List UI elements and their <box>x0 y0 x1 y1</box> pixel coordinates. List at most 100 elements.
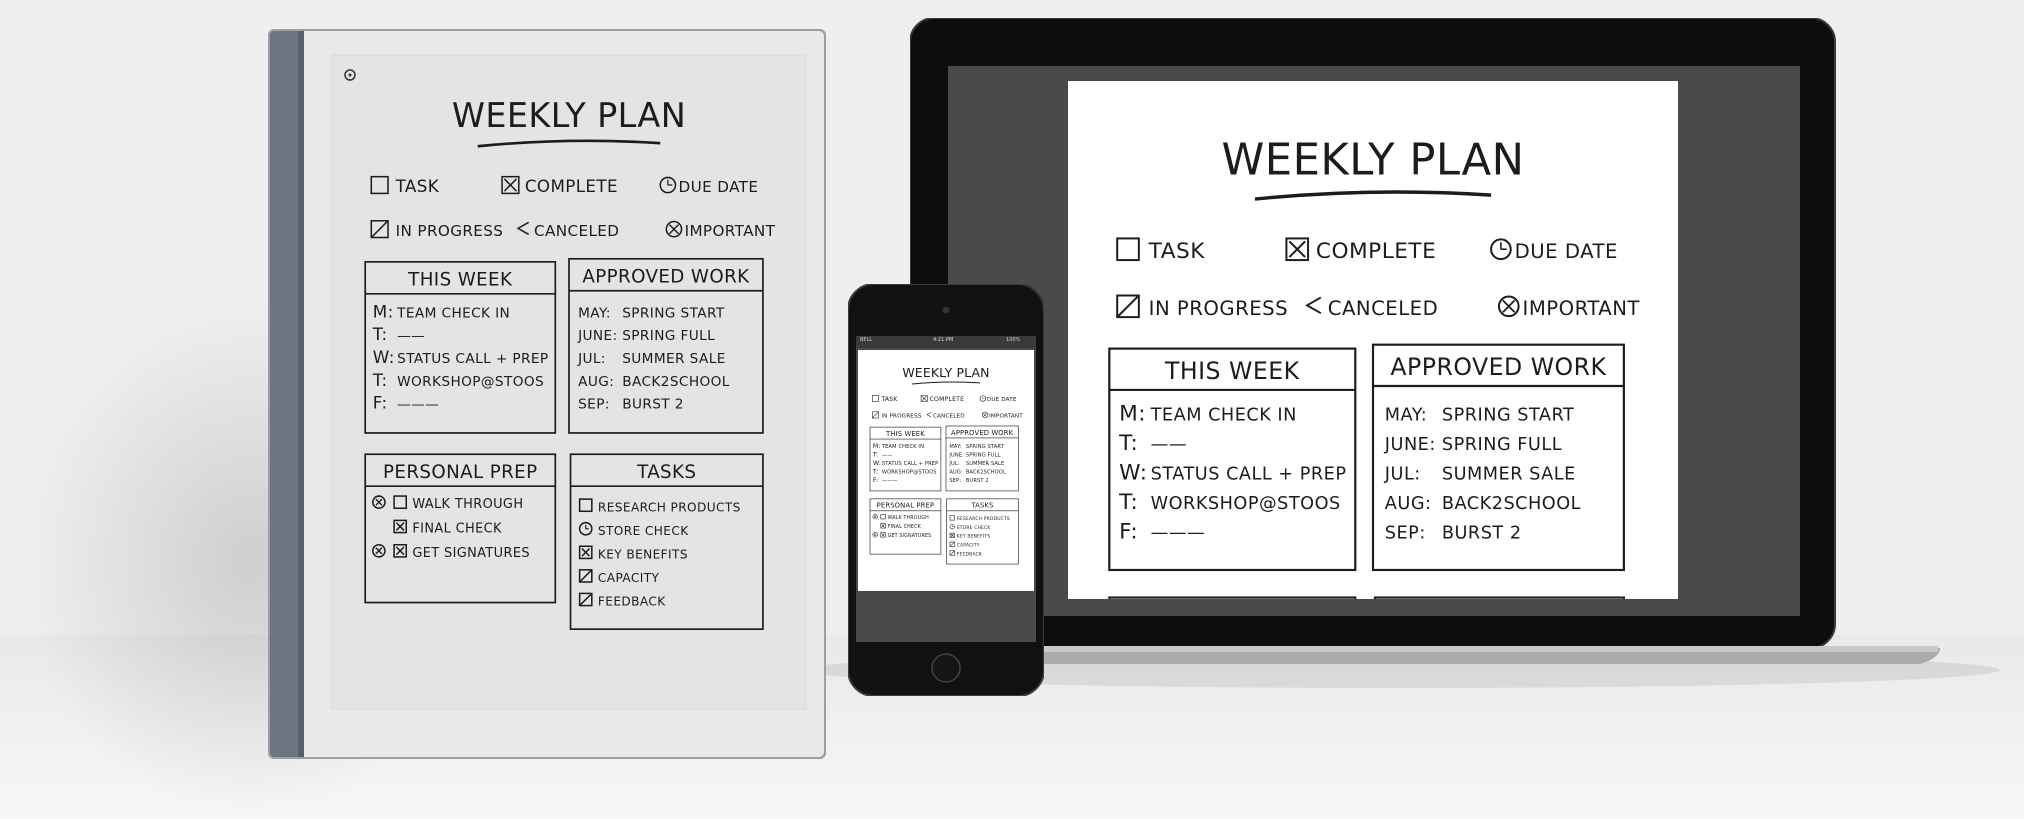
task-status-icon <box>949 550 955 556</box>
this-week-day: W: <box>373 347 395 367</box>
approved-work-item: SPRING START <box>966 444 1005 450</box>
section-heading: APPROVED WORK <box>1390 353 1606 381</box>
this-week-day: M: <box>873 443 881 450</box>
section-tasks: TASKS <box>1373 596 1625 819</box>
task-status-icon <box>578 498 593 513</box>
this-week-item: STATUS CALL + PREP <box>1151 464 1347 484</box>
this-week-item: —— <box>397 328 425 344</box>
task-item: KEY BENEFITS <box>598 547 688 561</box>
this-week-item: ——— <box>882 478 898 484</box>
legend-complete-label: COMPLETE <box>525 176 618 196</box>
personal-prep-item: FINAL CHECK <box>888 524 922 530</box>
legend-due-date-icon <box>659 176 677 194</box>
laptop-device: WEEKLY PLAN TASK COMPLETE DUE DATE IN PROGRE… <box>820 17 1940 819</box>
task-item: STORE CHECK <box>957 525 992 531</box>
this-week-day: W: <box>873 460 881 467</box>
phone-note-canvas: WEEKLY PLAN TASK COMPLETE DUE DATE IN PROGRE… <box>869 365 1023 565</box>
task-status-icon <box>949 541 955 547</box>
devices-scene: WEEKLY PLAN TASK COMPLETE DUE DATE IN PROGRE… <box>0 0 2024 819</box>
approved-work-item: SUMMER SALE <box>966 461 1005 467</box>
section-heading: TASKS <box>970 502 993 510</box>
approved-work-month: SEP: <box>949 478 961 484</box>
this-week-day: M: <box>373 301 394 321</box>
this-week-day: T: <box>1118 431 1138 456</box>
legend-in-progress-label: IN PROGRESS <box>881 413 921 419</box>
personal-prep-flag-icon <box>372 543 386 558</box>
legend-due-date-label: DUE DATE <box>1515 240 1618 263</box>
this-week-day: M: <box>1119 401 1146 426</box>
task-status-icon <box>578 592 593 607</box>
approved-work-month: JUL: <box>577 351 606 367</box>
note-template: WEEKLY PLAN TASK COMPLETE DUE DATE IN PROGRE… <box>364 96 775 630</box>
approved-work-item: BACK2SCHOOL <box>966 469 1006 475</box>
title-underline <box>477 139 661 148</box>
legend-canceled-label: CANCELED <box>933 413 965 419</box>
approved-work-item: SUMMER SALE <box>622 351 725 367</box>
section-heading: APPROVED WORK <box>582 266 750 287</box>
legend-complete-label: COMPLETE <box>930 396 965 403</box>
legend-in-progress-icon <box>370 220 389 239</box>
personal-prep-flag-icon <box>872 514 878 520</box>
approved-work-month: MAY: <box>578 305 611 321</box>
personal-prep-item: FINAL CHECK <box>412 522 502 537</box>
task-status-icon <box>949 524 955 530</box>
this-week-day: T: <box>1118 490 1138 515</box>
legend-canceled-label: CANCELED <box>534 222 619 240</box>
legend-in-progress-label: IN PROGRESS <box>396 222 504 240</box>
personal-prep-checkbox-icon <box>880 514 886 520</box>
section-heading: PERSONAL PREP <box>383 462 537 483</box>
legend-task-label: TASK <box>395 176 440 196</box>
laptop-note-canvas: WEEKLY PLAN TASK COMPLETE DUE DATE IN PROGRE… <box>1108 135 1640 819</box>
this-week-day: T: <box>872 451 879 458</box>
this-week-day: W: <box>1119 460 1147 485</box>
personal-prep-checkbox-icon <box>393 519 408 534</box>
tablet-device: WEEKLY PLAN TASK COMPLETE DUE DATE IN PROGRE… <box>268 29 826 759</box>
personal-prep-checkbox-icon <box>880 523 886 529</box>
section-heading: PERSONAL PREP <box>877 502 935 510</box>
approved-work-month: MAY: <box>949 444 961 450</box>
section-heading: TASKS <box>636 462 696 483</box>
personal-prep-flag-icon <box>872 532 878 538</box>
approved-work-month: AUG: <box>949 469 963 475</box>
approved-work-month: JUNE: <box>948 452 964 458</box>
this-week-item: TEAM CHECK IN <box>1150 405 1297 425</box>
note-template: WEEKLY PLAN TASK COMPLETE DUE DATE IN PROGRE… <box>1108 135 1640 819</box>
approved-work-item: SPRING FULL <box>966 452 1001 458</box>
legend-important-icon <box>982 411 989 419</box>
this-week-day: F: <box>873 477 878 484</box>
approved-work-item: SPRING START <box>622 305 725 321</box>
approved-work-month: MAY: <box>1385 405 1427 425</box>
note-title: WEEKLY PLAN <box>902 365 989 380</box>
legend-due-date-icon <box>979 395 986 402</box>
this-week-item: —— <box>882 452 892 458</box>
approved-work-item: BURST 2 <box>966 478 989 484</box>
note-title: WEEKLY PLAN <box>1221 135 1524 185</box>
this-week-item: —— <box>1151 435 1187 455</box>
legend-complete-icon <box>501 175 520 195</box>
phone-home-button[interactable] <box>931 653 961 683</box>
legend-task-label: TASK <box>880 396 898 403</box>
personal-prep-item: WALK THROUGH <box>888 515 930 521</box>
note-template: WEEKLY PLAN TASK COMPLETE DUE DATE IN PROGRE… <box>869 365 1023 565</box>
task-item: KEY BENEFITS <box>957 534 990 540</box>
this-week-day: F: <box>1119 520 1138 545</box>
personal-prep-checkbox-icon <box>393 543 408 558</box>
this-week-item: WORKSHOP@STOOS <box>397 374 544 390</box>
approved-work-month: SEP: <box>578 397 610 413</box>
this-week-day: T: <box>372 370 388 390</box>
legend-complete-icon <box>1285 237 1310 262</box>
legend-important-icon <box>665 220 683 238</box>
section-heading: THIS WEEK <box>1164 357 1300 385</box>
approved-work-item: BURST 2 <box>622 397 684 413</box>
legend-task-icon <box>871 395 879 402</box>
this-week-item: STATUS CALL + PREP <box>397 351 548 367</box>
note-title: WEEKLY PLAN <box>452 96 686 135</box>
legend-canceled-icon <box>516 221 530 236</box>
approved-work-month: AUG: <box>578 374 614 390</box>
approved-work-month: JUL: <box>1384 464 1421 484</box>
legend-task-icon <box>370 175 389 195</box>
legend-in-progress-label: IN PROGRESS <box>1149 297 1288 320</box>
legend-canceled-icon <box>926 412 932 418</box>
legend-task-icon <box>1116 237 1140 262</box>
personal-prep-item: GET SIGNATURES <box>412 546 530 561</box>
